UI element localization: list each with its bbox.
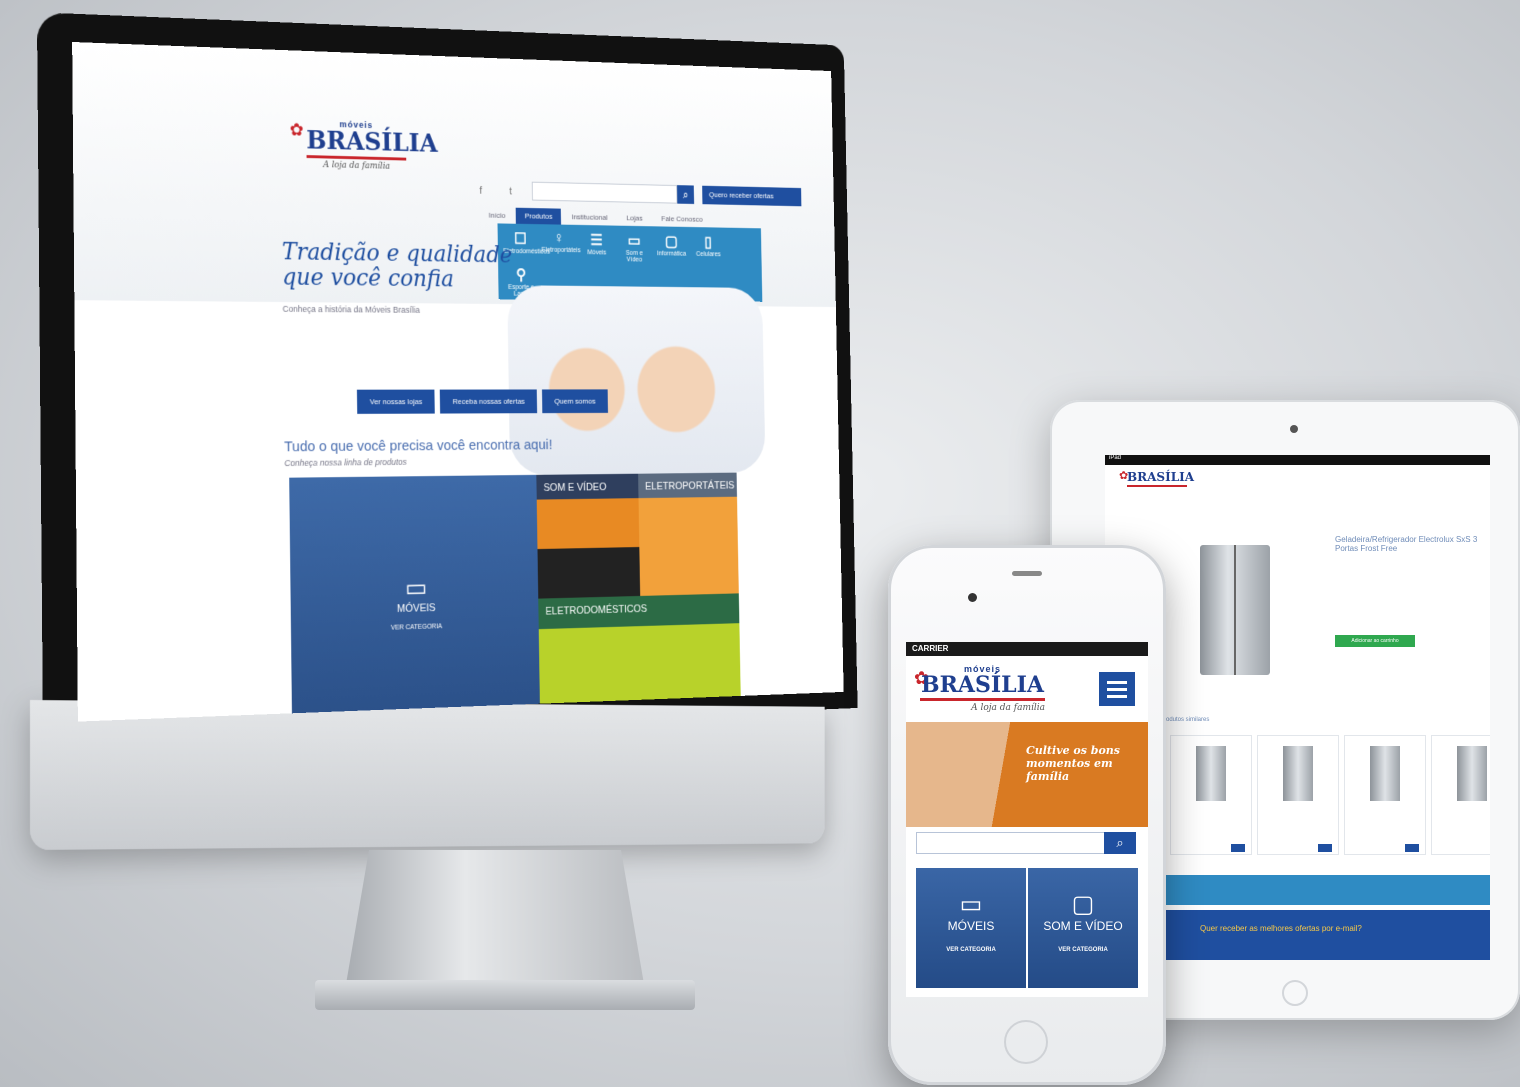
mega-item-som-video[interactable]: ▭ Som e Vídeo xyxy=(617,231,652,263)
nav-item-institucional[interactable]: Institucional xyxy=(563,209,617,226)
product-card[interactable] xyxy=(1431,735,1490,855)
nav-item-lojas[interactable]: Lojas xyxy=(618,210,651,226)
product-image[interactable] xyxy=(1200,545,1270,675)
camera-icon xyxy=(968,593,977,602)
add-to-cart-button[interactable]: Adicionar ao carrinho xyxy=(1335,635,1415,647)
category-tile-eletroportateis[interactable]: ELETROPORTÁTEIS xyxy=(638,472,739,596)
status-bar: CARRIER xyxy=(906,642,1148,656)
desktop-website: ✿ móveis BRASÍLIA A loja da família f t … xyxy=(72,41,844,722)
category-tile-som-video[interactable]: SOM E VÍDEO xyxy=(536,473,641,599)
furniture-icon: ▭ xyxy=(404,572,428,603)
category-tile-som-video[interactable]: ▢ SOM E VÍDEO VER CATEGORIA xyxy=(1028,868,1138,988)
speaker-grille xyxy=(1012,571,1042,576)
logo-flower-icon: ✿ xyxy=(289,119,304,140)
hero-subtitle[interactable]: Conheça a história da Móveis Brasília xyxy=(283,304,421,315)
hero-buttons: Ver nossas lojas Receba nossas ofertas Q… xyxy=(356,389,608,414)
product-card[interactable] xyxy=(1257,735,1339,855)
carrier-label: CARRIER xyxy=(912,644,949,653)
home-button[interactable] xyxy=(1282,980,1308,1006)
search-input[interactable] xyxy=(531,181,678,204)
monitor-icon: ▢ xyxy=(664,233,678,250)
category-bar xyxy=(1160,875,1490,905)
nav-item-inicio[interactable]: Início xyxy=(480,207,515,224)
tablet-logo[interactable]: BRASÍLIA xyxy=(1127,471,1194,487)
mobile-website: CARRIER ✿ móveis BRASÍLIA A loja da famí… xyxy=(906,642,1148,997)
mega-item-moveis[interactable]: ☰ Móveis xyxy=(579,231,614,263)
logo-brand-text: BRASÍLIA xyxy=(921,672,1044,698)
logo-brand-text: BRASÍLIA xyxy=(306,126,438,159)
mobile-logo[interactable]: móveis BRASÍLIA A loja da família xyxy=(920,664,1045,713)
newsletter-banner[interactable]: Quer receber as melhores ofertas por e-m… xyxy=(1160,910,1490,960)
imac-chin xyxy=(30,700,825,850)
section-title: Tudo o que você precisa você encontra aq… xyxy=(284,436,553,456)
category-tile-moveis[interactable]: ▭ MÓVEIS VER CATEGORIA xyxy=(289,474,541,722)
hero-title: Tradição e qualidade que você confia xyxy=(282,238,513,293)
tile-link[interactable]: VER CATEGORIA xyxy=(916,947,1026,953)
category-label: ELETROPORTÁTEIS xyxy=(645,480,735,493)
related-title: Produtos similares xyxy=(1160,717,1210,723)
product-card[interactable] xyxy=(1344,735,1426,855)
search-input[interactable] xyxy=(916,832,1116,854)
home-button[interactable] xyxy=(1004,1020,1048,1064)
category-label: ELETRODOMÉSTICOS xyxy=(545,603,648,618)
category-tile-moveis[interactable]: ▭ MÓVEIS VER CATEGORIA xyxy=(916,868,1026,988)
newsletter-text: Quer receber as melhores ofertas por e-m… xyxy=(1200,924,1362,933)
monitor-icon: ▢ xyxy=(1071,891,1095,918)
product-card[interactable] xyxy=(1170,735,1252,855)
mega-item-informatica[interactable]: ▢ Informática xyxy=(654,232,688,264)
imac-stand xyxy=(345,850,645,990)
phone-icon: ▯ xyxy=(704,234,712,251)
camera-icon xyxy=(1290,425,1298,433)
tile-label: MÓVEIS xyxy=(947,919,995,933)
logo-tagline: A loja da família xyxy=(971,703,1045,713)
mega-item-eletroportateis[interactable]: ♀ Eletroportáteis xyxy=(541,230,580,263)
tile-link[interactable]: VER CATEGORIA xyxy=(1028,947,1138,953)
banner-text: Cultive os bons momentos em família xyxy=(1026,744,1120,784)
search-icon[interactable]: ⌕ xyxy=(677,185,695,204)
category-label: SOM E VÍDEO xyxy=(543,481,607,494)
category-label: MÓVEIS xyxy=(396,602,436,615)
nav-item-produtos[interactable]: Produtos xyxy=(515,207,562,225)
stores-button[interactable]: Ver nossas lojas xyxy=(356,389,435,414)
hero-title-line2: que você confia xyxy=(282,263,455,293)
tile-label: SOM E VÍDEO xyxy=(1043,919,1123,933)
offers-button[interactable]: Receba nossas ofertas xyxy=(440,389,538,414)
search-icon[interactable]: ⌕ xyxy=(1104,832,1136,854)
status-bar: iPad xyxy=(1105,455,1490,465)
hamburger-menu-icon[interactable] xyxy=(1099,672,1135,706)
furniture-icon: ☰ xyxy=(590,232,603,249)
category-grid: ▭ MÓVEIS VER CATEGORIA SOM E VÍDEO ELETR… xyxy=(289,472,742,722)
category-link[interactable]: VER CATEGORIA xyxy=(391,623,442,631)
furniture-icon: ▭ xyxy=(959,891,983,918)
mega-item-celulares[interactable]: ▯ Celulares xyxy=(691,233,725,265)
promo-banner[interactable]: Cultive os bons momentos em família xyxy=(906,722,1148,827)
blender-icon: ♀ xyxy=(553,230,564,247)
logo-stripe xyxy=(920,698,1045,701)
imac-foot xyxy=(315,980,695,1010)
tv-icon: ▭ xyxy=(627,233,641,250)
newsletter-cta[interactable]: Quero receber ofertas xyxy=(702,185,802,207)
site-logo[interactable]: móveis BRASÍLIA A loja da família xyxy=(306,118,438,172)
product-title: Geladeira/Refrigerador Electrolux SxS 3 … xyxy=(1335,535,1478,553)
about-button[interactable]: Quem somos xyxy=(542,389,608,414)
nav-item-contato[interactable]: Fale Conosco xyxy=(653,211,711,228)
section-subtitle: Conheça nossa linha de produtos xyxy=(284,457,407,468)
